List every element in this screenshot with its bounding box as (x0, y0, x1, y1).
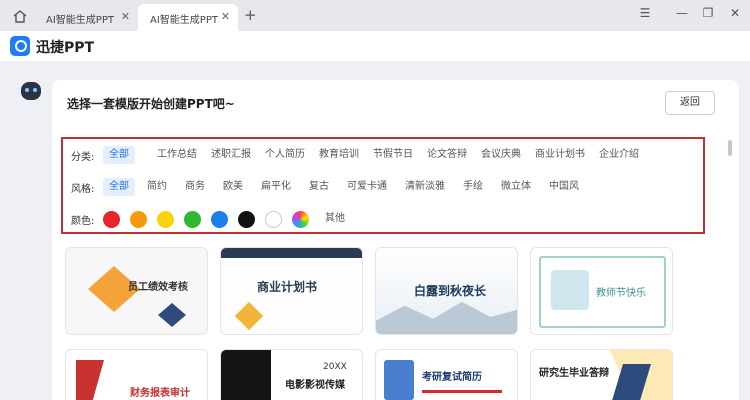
color-label: 颜色: (71, 215, 95, 227)
style-option[interactable]: 欧美 (217, 178, 249, 196)
template-card[interactable]: 员工绩效考核 (65, 247, 208, 335)
close-icon[interactable]: ✕ (121, 10, 130, 23)
template-tag: 20XX (323, 362, 347, 372)
color-swatch-blue[interactable] (211, 210, 228, 228)
category-option[interactable]: 述职汇报 (205, 146, 257, 164)
decor-line (422, 390, 502, 393)
decor-shape (158, 303, 186, 327)
app-logo-icon (10, 36, 30, 56)
category-option-all[interactable]: 全部 (103, 146, 135, 164)
color-swatch-orange[interactable] (130, 210, 147, 228)
decor-shape (76, 360, 104, 400)
color-swatch-black[interactable] (238, 210, 255, 228)
style-filter-row: 风格: 全部 简约 商务 欧美 扁平化 复古 可爱卡通 清新淡雅 手绘 微立体 … (71, 177, 585, 197)
app-name: 迅捷PPT (36, 40, 95, 56)
category-label: 分类: (71, 151, 95, 163)
template-title: 考研复试简历 (422, 372, 482, 383)
template-card[interactable]: 商业计划书 (220, 247, 363, 335)
style-option[interactable]: 扁平化 (255, 178, 297, 196)
tab-ai-ppt-1[interactable]: AI智能生成PPT ✕ (34, 4, 139, 31)
style-option[interactable]: 商务 (179, 178, 211, 196)
color-swatch-yellow[interactable] (157, 210, 174, 228)
color-filter-row: 颜色: 其他 (71, 209, 351, 229)
tab-label: AI智能生成PPT (46, 15, 114, 26)
restore-icon[interactable]: ❐ (700, 6, 716, 20)
category-option[interactable]: 会议庆典 (475, 146, 527, 164)
style-option[interactable]: 微立体 (495, 178, 537, 196)
template-card[interactable]: 教师节快乐 (530, 247, 673, 335)
template-card[interactable]: 白露到秋夜长 (375, 247, 518, 335)
scrollbar-thumb[interactable] (728, 140, 732, 156)
decor-illustration (551, 270, 589, 310)
template-card[interactable]: 研究生毕业答辩 (530, 349, 673, 400)
style-option[interactable]: 中国风 (543, 178, 585, 196)
style-option-all[interactable]: 全部 (103, 178, 135, 196)
decor-filmstrip (221, 350, 271, 400)
tab-label: AI智能生成PPT (150, 15, 218, 26)
page-title: 选择一套模版开始创建PPT吧~ (67, 97, 235, 111)
category-option[interactable]: 节假节日 (367, 146, 419, 164)
category-option[interactable]: 企业介绍 (593, 146, 645, 164)
template-title: 研究生毕业答辩 (539, 368, 609, 379)
color-swatch-multicolor[interactable] (292, 210, 309, 228)
style-option[interactable]: 手绘 (457, 178, 489, 196)
category-option[interactable]: 工作总结 (151, 146, 203, 164)
template-title: 电影影视传媒 (285, 380, 345, 391)
color-other-option[interactable]: 其他 (319, 210, 351, 228)
template-title: 商业计划书 (257, 280, 318, 294)
style-option[interactable]: 简约 (141, 178, 173, 196)
new-tab-icon[interactable]: + (244, 6, 257, 24)
color-swatch-red[interactable] (103, 210, 120, 228)
template-card[interactable]: 20XX 电影影视传媒 (220, 349, 363, 400)
menu-icon[interactable]: ☰ (637, 6, 653, 20)
category-option[interactable]: 教育培训 (313, 146, 365, 164)
close-window-icon[interactable]: ✕ (727, 6, 743, 20)
decor-shape (234, 301, 264, 331)
template-title: 财务报表审计 (130, 388, 190, 399)
close-icon[interactable]: ✕ (221, 10, 230, 23)
style-option[interactable]: 可爱卡通 (341, 178, 393, 196)
style-option[interactable]: 清新淡雅 (399, 178, 451, 196)
tab-ai-ppt-2[interactable]: AI智能生成PPT ✕ (138, 4, 238, 31)
back-button[interactable]: 返回 (665, 91, 715, 115)
template-title: 白露到秋夜长 (414, 284, 487, 298)
robot-avatar-icon (21, 82, 41, 100)
style-option[interactable]: 复古 (303, 178, 335, 196)
color-swatch-white[interactable] (265, 210, 282, 228)
template-title: 员工绩效考核 (128, 282, 188, 293)
template-panel: 选择一套模版开始创建PPT吧~ 返回 分类: 全部 工作总结 述职汇报 个人简历… (52, 80, 739, 400)
category-filter-row: 分类: 全部 工作总结 述职汇报 个人简历 教育培训 节假节日 论文答辩 会议庆… (71, 145, 645, 165)
template-card[interactable]: 财务报表审计 (65, 349, 208, 400)
template-card[interactable]: 考研复试简历 (375, 349, 518, 400)
category-option[interactable]: 个人简历 (259, 146, 311, 164)
app-header: 迅捷PPT (0, 31, 750, 61)
category-option[interactable]: 论文答辩 (421, 146, 473, 164)
color-swatch-green[interactable] (184, 210, 201, 228)
home-icon[interactable] (8, 6, 32, 26)
template-title: 教师节快乐 (596, 288, 646, 299)
filter-box: 分类: 全部 工作总结 述职汇报 个人简历 教育培训 节假节日 论文答辩 会议庆… (61, 137, 705, 234)
category-option[interactable]: 商业计划书 (529, 146, 591, 164)
browser-tab-bar: AI智能生成PPT ✕ AI智能生成PPT ✕ + ☰ — ❐ ✕ (0, 0, 750, 31)
minimize-icon[interactable]: — (674, 6, 690, 20)
decor-mountain (376, 301, 517, 334)
decor-band (221, 248, 362, 258)
decor-photo (384, 360, 414, 400)
style-label: 风格: (71, 183, 95, 195)
